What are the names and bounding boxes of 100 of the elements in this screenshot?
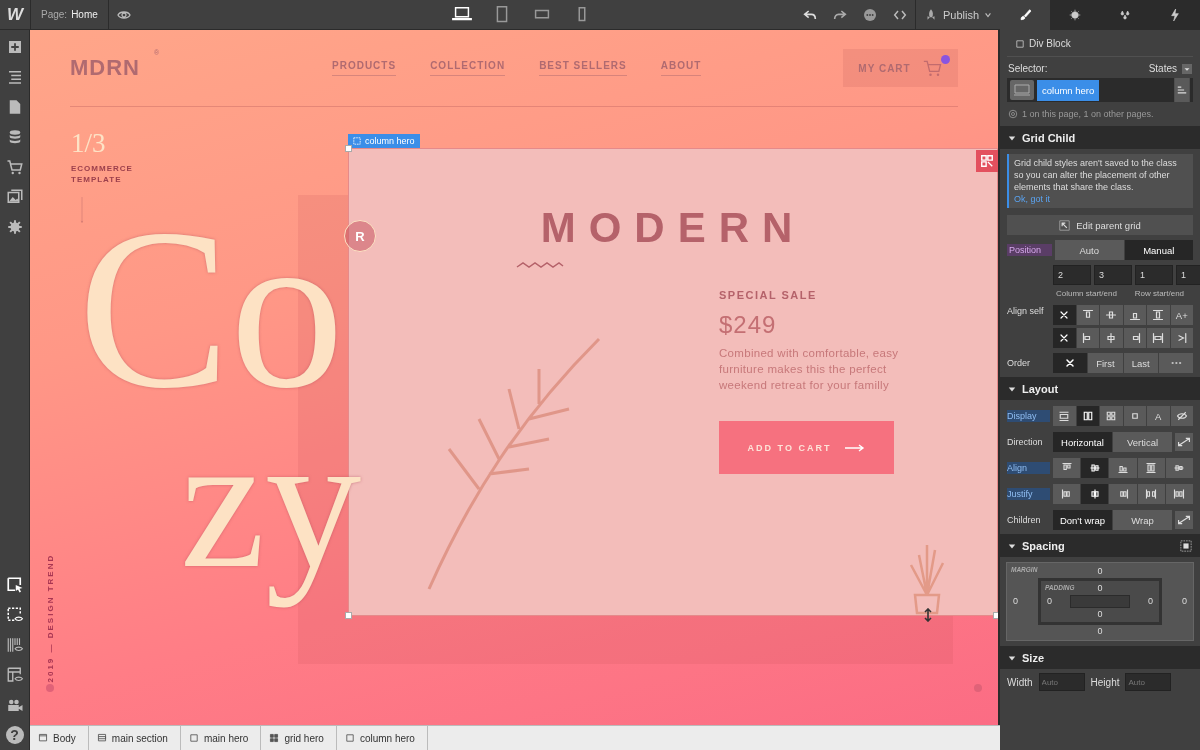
segment-button[interactable]: Last: [1123, 353, 1158, 373]
breadcrumb-item[interactable]: column hero: [336, 725, 428, 750]
inline-block-button[interactable]: [1123, 406, 1146, 426]
justify-center-button[interactable]: [1081, 484, 1109, 504]
section-title: Spacing: [1022, 539, 1065, 552]
number-field[interactable]: 1: [1176, 265, 1200, 285]
segment-button[interactable]: First: [1088, 353, 1123, 373]
align-end-button[interactable]: [1109, 458, 1137, 478]
height-field[interactable]: Auto: [1125, 673, 1172, 691]
dropdown-icon[interactable]: [1182, 63, 1192, 74]
segment-button[interactable]: Wrap: [1113, 510, 1172, 530]
settings-icon[interactable]: [5, 218, 24, 236]
justify-around-icon: [1173, 488, 1186, 500]
option-button[interactable]: A: [1147, 406, 1170, 426]
slider-dot[interactable]: [974, 684, 982, 692]
cross-button[interactable]: [1053, 353, 1088, 373]
layout-eye-icon[interactable]: [5, 666, 24, 684]
section-header[interactable]: Layout: [1000, 377, 1200, 400]
justify-start-button[interactable]: [1053, 484, 1081, 504]
number-field[interactable]: 1: [1135, 265, 1173, 285]
segment-button[interactable]: Vertical: [1113, 432, 1172, 452]
breadcrumb-item[interactable]: grid hero: [261, 725, 337, 750]
stretch-button[interactable]: [1147, 328, 1170, 348]
segment-button[interactable]: Don't wrap: [1053, 510, 1112, 530]
app-logo[interactable]: W: [0, 0, 31, 30]
segment-button[interactable]: Horizontal: [1053, 432, 1112, 452]
resize-handle[interactable]: [345, 145, 352, 152]
product-description: Combined with comfortable, easy furniture makes this the perfect weekend retreat for your familly: [719, 346, 900, 393]
justify-end-button[interactable]: [1109, 484, 1137, 504]
cross-button[interactable]: [1053, 328, 1076, 348]
stretch-button[interactable]: [1137, 458, 1165, 478]
justify-between-button[interactable]: [1137, 484, 1165, 504]
list-icon[interactable]: [1171, 78, 1193, 102]
cross-button[interactable]: [1053, 305, 1076, 325]
comments-icon[interactable]: [861, 6, 878, 23]
block-button[interactable]: [1053, 406, 1076, 426]
box-model-icon[interactable]: [1180, 539, 1192, 552]
reverse-icon[interactable]: [1175, 432, 1193, 452]
dismiss-link[interactable]: Ok, got it: [1014, 194, 1050, 204]
padding-value[interactable]: 0: [1097, 609, 1103, 620]
margin-value[interactable]: 0: [1182, 596, 1187, 607]
property-label: Display: [1007, 410, 1050, 422]
option-button[interactable]: A+: [1170, 305, 1193, 325]
baseline-icon: [1175, 332, 1188, 344]
baseline-icon: [1173, 462, 1186, 474]
padding-value[interactable]: 0: [1097, 583, 1103, 594]
padding-value[interactable]: 0: [1047, 596, 1052, 607]
reverse-icon[interactable]: [1175, 510, 1193, 530]
align-center-button[interactable]: [1081, 458, 1109, 478]
slider-dot[interactable]: [46, 684, 54, 692]
grid-button[interactable]: [1100, 406, 1123, 426]
align-middle-button[interactable]: [1100, 305, 1123, 325]
resize-handle[interactable]: [345, 612, 352, 619]
width-field[interactable]: Auto: [1038, 673, 1085, 691]
page-icon: [38, 733, 48, 743]
cart-icon[interactable]: [5, 158, 24, 176]
align-start-button[interactable]: [1053, 458, 1081, 478]
images-icon[interactable]: [5, 188, 24, 206]
section-header[interactable]: Spacing: [1000, 534, 1200, 557]
class-tag[interactable]: column hero: [1037, 79, 1100, 101]
baseline-button[interactable]: [1165, 458, 1193, 478]
align-left-button[interactable]: [1076, 328, 1099, 348]
arrow-icon: [1059, 219, 1071, 231]
page-name[interactable]: Home: [71, 9, 98, 20]
number-field[interactable]: 3: [1094, 265, 1132, 285]
align-top-button[interactable]: [1076, 305, 1099, 325]
margin-value[interactable]: 0: [1097, 626, 1103, 637]
margin-value[interactable]: 0: [1013, 596, 1018, 607]
section-title: Grid Child: [1022, 131, 1076, 144]
edit-parent-grid-button[interactable]: Edit parent grid: [1007, 215, 1193, 235]
margin-value[interactable]: 0: [1097, 566, 1103, 577]
segment-button[interactable]: Manual: [1124, 240, 1193, 260]
hidden-button[interactable]: [1170, 406, 1193, 426]
round-badge: R: [344, 220, 376, 252]
hero-title: MODERN: [540, 204, 806, 252]
justify-around-button[interactable]: [1165, 484, 1193, 504]
resize-handle[interactable]: [993, 612, 998, 619]
breadcrumb-label: main hero: [203, 732, 249, 744]
segment-button[interactable]: Auto: [1055, 240, 1124, 260]
section-header[interactable]: Grid Child: [1000, 126, 1200, 149]
align-bottom-button[interactable]: [1123, 305, 1146, 325]
stretch-button[interactable]: [1147, 305, 1170, 325]
section-header[interactable]: Size: [1000, 646, 1200, 669]
select-cursor-icon[interactable]: [5, 576, 24, 594]
grid-eye-icon[interactable]: [5, 636, 24, 654]
dashed-eye-icon[interactable]: [5, 606, 24, 624]
breadcrumb-item[interactable]: main section: [88, 725, 181, 750]
align-center-button[interactable]: [1100, 328, 1123, 348]
align-center-icon: [1088, 462, 1101, 474]
breadcrumb-item[interactable]: Body: [30, 725, 89, 750]
number-field[interactable]: 2: [1053, 265, 1091, 285]
breadcrumb-item[interactable]: main hero: [180, 725, 262, 750]
help-button[interactable]: ?: [5, 726, 24, 744]
flex-button[interactable]: [1076, 406, 1099, 426]
selector-field[interactable]: column hero: [1007, 78, 1193, 102]
padding-value[interactable]: 0: [1148, 596, 1153, 607]
baseline-button[interactable]: [1170, 328, 1193, 348]
justify-center-icon: [1088, 488, 1101, 500]
property-label: Justify: [1007, 488, 1050, 500]
align-right-button[interactable]: [1123, 328, 1146, 348]
